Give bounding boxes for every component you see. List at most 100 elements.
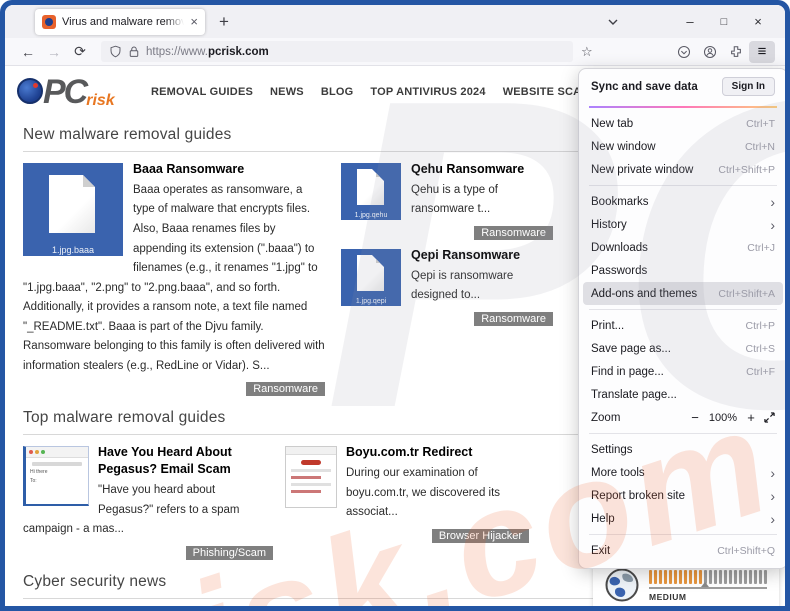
menu-item-history[interactable]: History›: [583, 213, 783, 236]
category-tag[interactable]: Ransomware: [474, 312, 553, 326]
url-bar[interactable]: https://www.pcrisk.com: [101, 41, 573, 62]
chevron-right-icon: ›: [770, 512, 775, 526]
menu-item-settings[interactable]: Settings: [583, 438, 783, 461]
sign-in-button[interactable]: Sign In: [722, 77, 775, 96]
menu-item-more-tools[interactable]: More tools›: [583, 461, 783, 484]
menu-item-translate-page[interactable]: Translate page...: [583, 383, 783, 406]
category-tag[interactable]: Phishing/Scam: [186, 546, 273, 560]
article-thumbnail[interactable]: 1.jpg.qehu: [341, 163, 401, 220]
gauge-marker-icon: [701, 582, 709, 587]
thumb-caption: 1.jpg.qehu: [341, 212, 401, 219]
category-tag[interactable]: Browser Hijacker: [432, 529, 529, 543]
threat-level-label: MEDIUM: [649, 592, 767, 602]
file-icon: [357, 169, 384, 205]
category-tag[interactable]: Ransomware: [246, 382, 325, 396]
pcrisk-logo[interactable]: PC risk: [17, 72, 115, 112]
nav-top-antivirus[interactable]: TOP ANTIVIRUS 2024: [370, 86, 485, 98]
gauge-bar: [739, 570, 742, 584]
column-right: 1.jpg.qehu Qehu Ransomware Qehu is a typ…: [341, 161, 553, 327]
fullscreen-icon[interactable]: [764, 412, 775, 423]
menu-item-report-broken-site[interactable]: Report broken site›: [583, 484, 783, 507]
list-tabs-chevron-icon[interactable]: [607, 16, 619, 28]
site-favicon-icon: [42, 15, 56, 29]
gauge-bar: [719, 570, 722, 584]
lock-icon[interactable]: [128, 45, 140, 58]
gauge-bar: [679, 570, 682, 584]
chevron-right-icon: ›: [770, 195, 775, 209]
menu-item-bookmarks[interactable]: Bookmarks›: [583, 190, 783, 213]
category-tag[interactable]: Ransomware: [474, 226, 553, 240]
dot-yellow: [35, 450, 39, 454]
shield-icon[interactable]: [109, 45, 122, 58]
thumb-caption: 1.jpg.baaa: [23, 245, 123, 255]
menu-item-exit[interactable]: ExitCtrl+Shift+Q: [583, 539, 783, 562]
article-qepi[interactable]: 1.jpg.qepi Qepi Ransomware Qepi is ranso…: [341, 247, 553, 327]
nav-blog[interactable]: BLOG: [321, 86, 354, 98]
web-line: [291, 476, 321, 479]
menu-item-print[interactable]: Print...Ctrl+P: [583, 314, 783, 337]
extensions-puzzle-icon[interactable]: [723, 45, 749, 59]
logo-magnifier-icon: [17, 78, 43, 104]
zoom-in-button[interactable]: +: [742, 410, 760, 425]
gauge-baseline: [649, 587, 767, 589]
article-thumbnail[interactable]: 1.jpg.qepi: [341, 249, 401, 306]
gauge-bar: [684, 570, 687, 584]
article-thumbnail[interactable]: 1.jpg.baaa: [23, 163, 123, 256]
menu-divider: [589, 433, 777, 434]
gauge-bar: [734, 570, 737, 584]
gauge-bar: [659, 570, 662, 584]
menu-item-downloads[interactable]: DownloadsCtrl+J: [583, 236, 783, 259]
tab-bar: Virus and malware removal inst × + – □ ×: [5, 5, 785, 38]
menu-item-new-tab[interactable]: New tabCtrl+T: [583, 112, 783, 135]
maximize-button[interactable]: □: [707, 16, 741, 28]
article-thumbnail[interactable]: [285, 446, 337, 508]
minimize-button[interactable]: –: [673, 14, 707, 29]
back-button[interactable]: ←: [15, 44, 41, 60]
menu-item-sync[interactable]: Sync and save data Sign In: [579, 73, 785, 102]
thumb-caption: 1.jpg.qepi: [341, 298, 401, 305]
bookmark-star-icon[interactable]: ☆: [581, 44, 593, 60]
nav-removal-guides[interactable]: REMOVAL GUIDES: [151, 86, 253, 98]
menu-item-help[interactable]: Help›: [583, 507, 783, 530]
threat-gauge-wrap: MEDIUM: [649, 569, 767, 602]
menu-divider: [589, 534, 777, 535]
menu-item-passwords[interactable]: Passwords: [583, 259, 783, 282]
browser-tab[interactable]: Virus and malware removal inst ×: [35, 9, 205, 35]
article-thumbnail[interactable]: Hi there To:: [23, 446, 89, 506]
forward-button[interactable]: →: [41, 44, 67, 60]
zoom-out-button[interactable]: −: [686, 410, 704, 425]
pocket-icon[interactable]: [671, 45, 697, 59]
tab-close-icon[interactable]: ×: [190, 15, 198, 28]
hamburger-menu-button[interactable]: ≡: [749, 41, 775, 63]
menu-item-addons-themes[interactable]: Add-ons and themesCtrl+Shift+A: [583, 282, 783, 305]
firefox-app-menu: Sync and save data Sign In New tabCtrl+T…: [578, 68, 785, 569]
zoom-level[interactable]: 100%: [704, 412, 742, 424]
menu-item-zoom: Zoom − 100% +: [583, 406, 783, 429]
menu-item-new-private-window[interactable]: New private windowCtrl+Shift+P: [583, 158, 783, 181]
menu-item-save-page-as[interactable]: Save page as...Ctrl+S: [583, 337, 783, 360]
mail-text: Hi there: [30, 469, 88, 475]
dot-red: [29, 450, 33, 454]
menu-item-new-window[interactable]: New windowCtrl+N: [583, 135, 783, 158]
menu-item-find-in-page[interactable]: Find in page...Ctrl+F: [583, 360, 783, 383]
gauge-bar: [754, 570, 757, 584]
gauge-bar: [714, 570, 717, 584]
gauge-bar: [669, 570, 672, 584]
chevron-right-icon: ›: [770, 466, 775, 480]
menu-divider: [589, 309, 777, 310]
article-baaa[interactable]: 1.jpg.baaa Baaa Ransomware Baaa operates…: [23, 161, 325, 397]
gauge-bar: [724, 570, 727, 584]
gauge-bar: [744, 570, 747, 584]
reload-button[interactable]: ⟳: [67, 43, 93, 60]
article-boyu[interactable]: Boyu.com.tr Redirect During our examinat…: [285, 444, 529, 544]
sync-label: Sync and save data: [591, 81, 698, 93]
web-button: [301, 460, 321, 465]
article-qehu[interactable]: 1.jpg.qehu Qehu Ransomware Qehu is a typ…: [341, 161, 553, 241]
close-button[interactable]: ×: [741, 14, 775, 29]
article-pegasus[interactable]: Hi there To: Have You Heard About Pegasu…: [23, 444, 273, 560]
new-tab-button[interactable]: +: [219, 12, 229, 32]
nav-news[interactable]: NEWS: [270, 86, 304, 98]
gauge-bar: [664, 570, 667, 584]
account-icon[interactable]: [697, 45, 723, 59]
url-text: https://www.pcrisk.com: [146, 46, 269, 58]
